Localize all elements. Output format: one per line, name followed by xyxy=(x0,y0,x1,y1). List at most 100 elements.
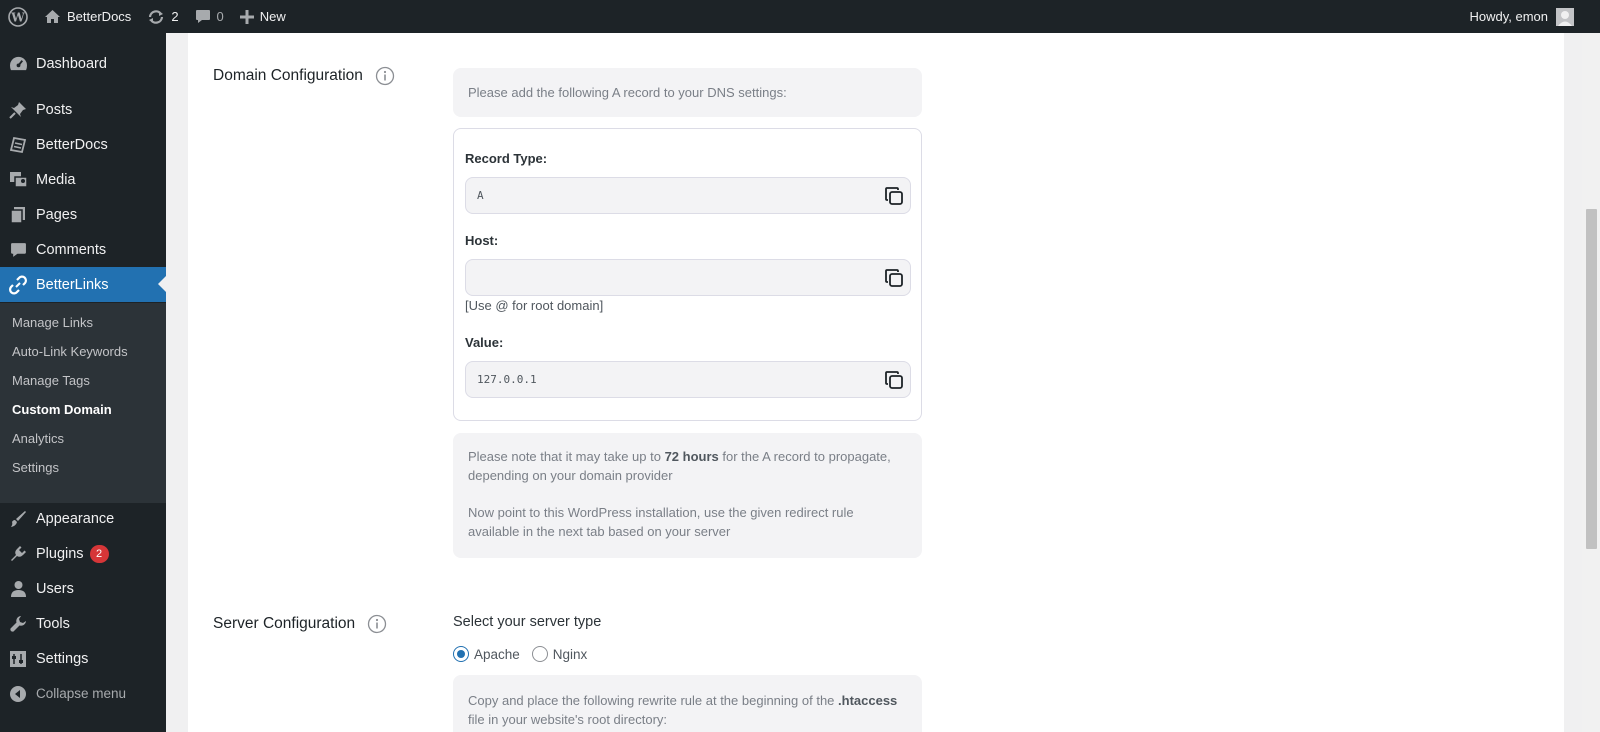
site-name-link[interactable]: BetterDocs xyxy=(36,0,139,33)
submenu-manage-links[interactable]: Manage Links xyxy=(12,315,93,330)
a-record-card: Record Type: A Host: [Use @ for root dom… xyxy=(453,128,922,421)
nginx-radio[interactable] xyxy=(531,646,548,662)
copy-record-type-button[interactable] xyxy=(883,185,905,207)
propagation-note-box: Please note that it may take up to 72 ho… xyxy=(453,433,922,558)
server-type-radio-group: Apache Nginx xyxy=(453,646,599,662)
nginx-label[interactable]: Nginx xyxy=(553,647,588,662)
docs-icon xyxy=(0,136,36,154)
domain-configuration-title: Domain Configuration xyxy=(213,67,363,84)
menu-label: Plugins xyxy=(36,545,84,562)
scrollbar-thumb[interactable] xyxy=(1586,209,1597,549)
info-icon[interactable] xyxy=(367,614,387,634)
wordpress-logo-button[interactable]: W xyxy=(0,0,36,33)
new-content-link[interactable]: New xyxy=(232,0,294,33)
submenu-custom-domain[interactable]: Custom Domain xyxy=(12,402,112,417)
dashboard-icon xyxy=(0,55,36,72)
server-type-title: Select your server type xyxy=(453,614,602,630)
value-field[interactable]: 127.0.0.1 xyxy=(465,361,911,398)
brush-icon xyxy=(0,510,36,528)
submenu-manage-tags[interactable]: Manage Tags xyxy=(12,373,90,388)
copy-value-button[interactable] xyxy=(883,369,905,391)
note-hours: 72 hours xyxy=(664,449,719,464)
menu-label: BetterDocs xyxy=(36,136,108,153)
comment-icon xyxy=(0,242,36,258)
settings-icon xyxy=(0,650,36,668)
updates-link[interactable]: 2 xyxy=(139,0,186,33)
htaccess-filename: .htaccess xyxy=(838,693,898,708)
server-configuration-label: Server Configuration xyxy=(213,614,387,634)
menu-tools[interactable]: Tools xyxy=(0,606,166,641)
value-value: 127.0.0.1 xyxy=(477,373,537,386)
redirect-note: Now point to this WordPress installation… xyxy=(468,505,854,539)
page-scrollbar[interactable] xyxy=(1582,33,1600,732)
record-type-value: A xyxy=(477,189,484,202)
menu-users[interactable]: Users xyxy=(0,571,166,606)
collapse-arrow-icon xyxy=(0,685,36,703)
menu-betterlinks[interactable]: BetterLinks xyxy=(0,267,166,302)
submenu-analytics[interactable]: Analytics xyxy=(12,431,64,446)
rule-text: Copy and place the following rewrite rul… xyxy=(468,693,839,708)
menu-comments[interactable]: Comments xyxy=(0,232,166,267)
menu-label: Settings xyxy=(36,650,89,667)
comments-count: 0 xyxy=(216,9,224,24)
refresh-icon xyxy=(147,9,165,25)
my-account-link[interactable]: Howdy, emon xyxy=(1461,0,1600,33)
admin-bar: W BetterDocs 2 0 New Howdy, emon xyxy=(0,0,1600,33)
updates-count: 2 xyxy=(171,9,179,24)
menu-label: Posts xyxy=(36,101,73,118)
link-icon xyxy=(0,275,36,295)
plus-icon xyxy=(239,9,254,24)
menu-pages[interactable]: Pages xyxy=(0,197,166,232)
home-icon xyxy=(44,9,61,24)
info-icon[interactable] xyxy=(375,66,395,86)
comments-link[interactable]: 0 xyxy=(187,0,232,33)
menu-settings[interactable]: Settings xyxy=(0,641,166,676)
menu-appearance[interactable]: Appearance xyxy=(0,501,166,536)
menu-label: BetterLinks xyxy=(36,276,109,293)
menu-label: Users xyxy=(36,580,74,597)
rewrite-rule-text: Copy and place the following rewrite rul… xyxy=(468,691,907,729)
howdy-text: Howdy, emon xyxy=(1469,9,1548,24)
menu-label: Appearance xyxy=(36,510,115,527)
rule-text: file in your website's root directory: xyxy=(468,712,668,727)
admin-sidebar: Dashboard Posts BetterDocs Media Pages C… xyxy=(0,33,166,732)
new-label: New xyxy=(259,9,286,24)
menu-label: Dashboard xyxy=(36,55,107,72)
menu-posts[interactable]: Posts xyxy=(0,92,166,127)
submenu-settings[interactable]: Settings xyxy=(12,460,59,475)
collapse-label: Collapse menu xyxy=(36,686,127,701)
note-text: Please note that it may take up to xyxy=(468,449,665,464)
menu-betterdocs[interactable]: BetterDocs xyxy=(0,127,166,162)
apache-radio[interactable] xyxy=(453,646,469,662)
plugin-icon xyxy=(0,545,36,563)
menu-label: Comments xyxy=(36,241,107,258)
menu-label: Media xyxy=(36,171,76,188)
collapse-menu-button[interactable]: Collapse menu xyxy=(0,676,166,711)
submenu-auto-link-keywords[interactable]: Auto-Link Keywords xyxy=(12,344,128,359)
host-field[interactable] xyxy=(465,259,911,296)
svg-text:W: W xyxy=(10,10,25,24)
rewrite-rule-box: Copy and place the following rewrite rul… xyxy=(453,675,922,732)
domain-configuration-label: Domain Configuration xyxy=(213,66,395,86)
propagation-note: Please note that it may take up to 72 ho… xyxy=(468,447,907,485)
menu-media[interactable]: Media xyxy=(0,162,166,197)
menu-plugins[interactable]: Plugins 2 xyxy=(0,536,166,571)
menu-label: Tools xyxy=(36,615,70,632)
server-configuration-title: Server Configuration xyxy=(213,615,356,632)
plugins-update-badge: 2 xyxy=(89,544,109,563)
dns-intro-text: Please add the following A record to you… xyxy=(468,85,787,100)
copy-icon xyxy=(885,187,903,205)
apache-label[interactable]: Apache xyxy=(474,647,520,662)
pages-icon xyxy=(0,206,36,224)
host-label: Host: xyxy=(465,233,499,248)
record-type-field[interactable]: A xyxy=(465,177,911,214)
host-hint: [Use @ for root domain] xyxy=(465,298,604,313)
copy-host-button[interactable] xyxy=(883,267,905,289)
pin-icon xyxy=(0,101,36,119)
user-icon xyxy=(0,580,36,598)
betterlinks-submenu: Manage Links Auto-Link Keywords Manage T… xyxy=(0,303,166,503)
copy-icon xyxy=(885,371,903,389)
dns-intro-box: Please add the following A record to you… xyxy=(453,68,922,117)
menu-dashboard[interactable]: Dashboard xyxy=(0,46,166,81)
copy-icon xyxy=(885,269,903,287)
